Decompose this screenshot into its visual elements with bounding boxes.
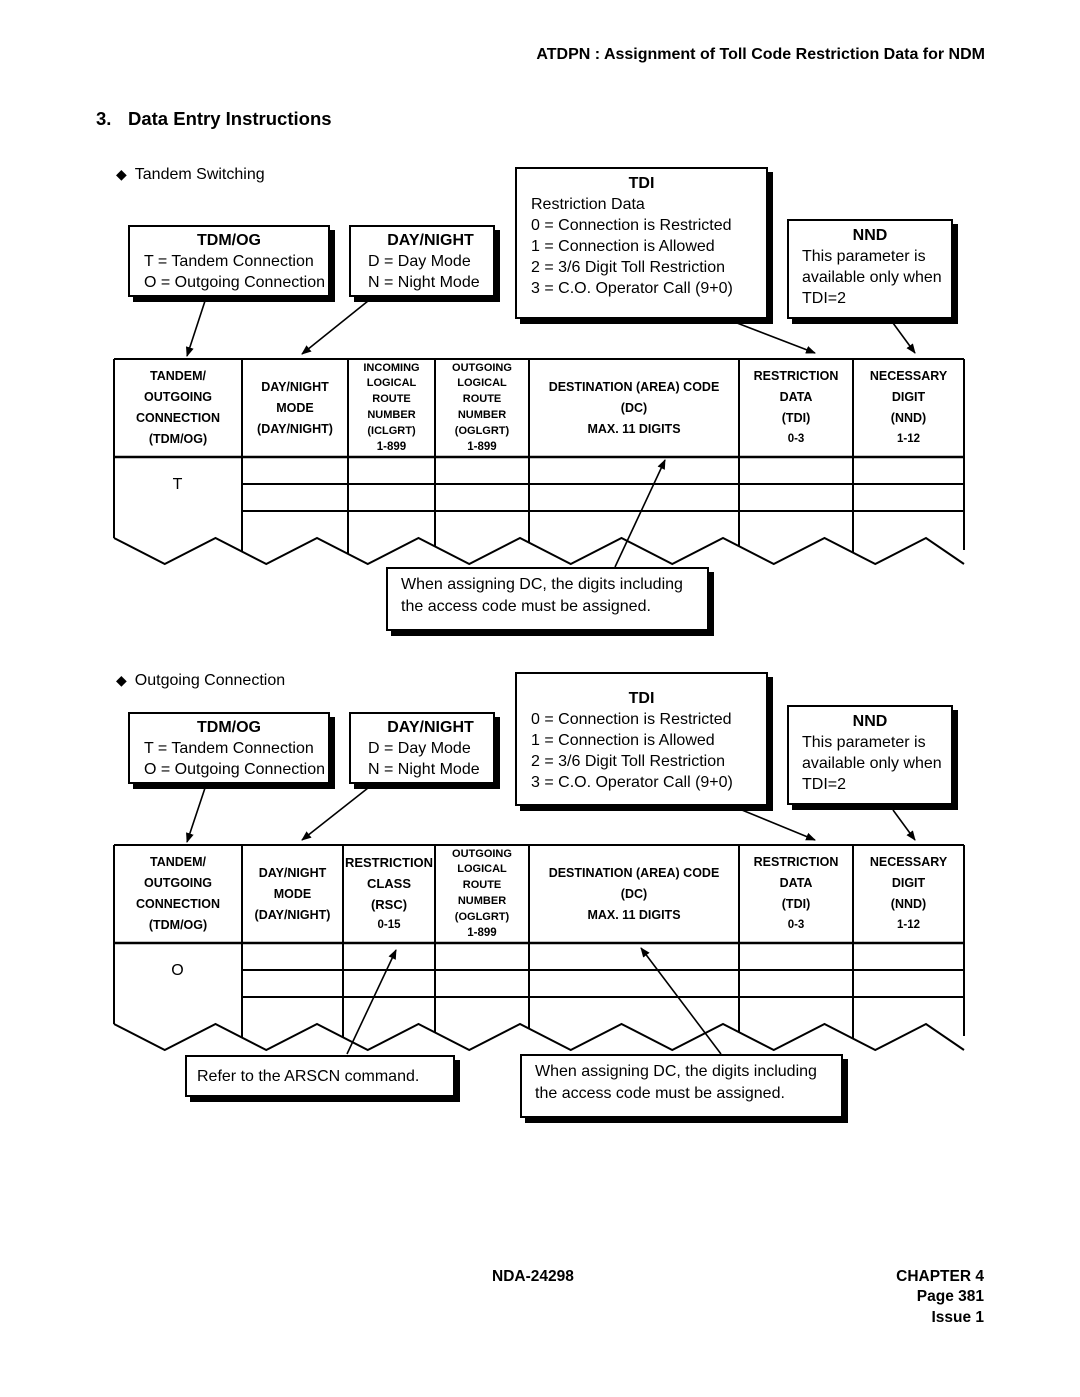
column-header: RESTRICTION DATA (TDI) 0-3	[739, 845, 853, 943]
column-header-line: (OGLGRT)	[454, 424, 510, 437]
column-header-line: INCOMING	[363, 361, 420, 374]
tdm-og-value-o: O	[171, 962, 184, 979]
nnd-arrow	[892, 809, 916, 841]
column-header-line: RESTRICTION	[753, 369, 839, 383]
column-header: NECESSARY DIGIT (NND) 1-12	[853, 359, 964, 457]
column-header-line: NUMBER	[457, 409, 507, 421]
tdi-arrow	[736, 807, 816, 841]
column-header-line: 0-3	[787, 433, 805, 445]
column-header-line: MAX. 11 DIGITS	[587, 421, 681, 436]
column-header-line: OUTGOING	[143, 390, 213, 404]
tdi-arrow	[736, 322, 816, 354]
column-header-line: (DC)	[620, 886, 648, 901]
column-header: OUTGOING LOGICAL ROUTE NUMBER (OGLGRT) 1-899	[435, 359, 529, 457]
column-header-line: CONNECTION	[135, 897, 221, 911]
note-line: When assigning DC, the digits including	[401, 576, 683, 593]
column-header: RESTRICTION DATA (TDI) 0-3	[739, 359, 853, 457]
column-header-line: TANDEM/	[149, 855, 206, 869]
column-header-line: NUMBER	[457, 895, 507, 907]
column-header: DESTINATION (AREA) CODE (DC) MAX. 11 DIGIT…	[529, 359, 739, 457]
column-header-line: (TDI)	[781, 411, 811, 425]
column-header: OUTGOING LOGICAL ROUTE NUMBER (OGLGRT) 1-899	[435, 845, 529, 943]
column-header-line: (TDM/OG)	[148, 918, 208, 932]
column-header-line: CLASS	[366, 876, 412, 891]
tdm-og-value-t: T	[172, 476, 183, 493]
note-line: the access code must be assigned.	[401, 598, 651, 615]
column-header-line: ROUTE	[462, 879, 502, 892]
column-header-line: DAY/NIGHT	[258, 865, 327, 880]
dc-note-callout: When assigning DC, the digits including …	[386, 567, 709, 631]
column-header-line: DATA	[779, 876, 813, 890]
tdmog-arrow	[185, 300, 206, 357]
column-header: TANDEM/OUTGOING CONNECTION (TDM/OG)	[114, 359, 242, 457]
column-header-line: NECESSARY	[869, 369, 948, 383]
column-header-line: NUMBER	[367, 409, 416, 421]
column-header-line: DAY/NIGHT	[261, 379, 329, 394]
column-header: NECESSARY DIGIT (NND) 1-12	[853, 845, 964, 943]
column-header-line: DESTINATION (AREA) CODE	[548, 865, 720, 880]
column-header-line: (ICLGRT)	[367, 424, 416, 437]
column-header-line: 1-899	[376, 440, 407, 453]
column-header: INCOMING LOGICAL ROUTE NUMBER (ICLGRT) 1-899	[348, 359, 435, 457]
column-header: DAY/NIGHT MODE (DAY/NIGHT)	[242, 359, 348, 457]
tdmog-arrow	[186, 787, 206, 843]
note-line: the access code must be assigned.	[535, 1085, 785, 1102]
column-header-line: ROUTE	[372, 393, 411, 406]
column-header-line: LOGICAL	[366, 377, 417, 390]
column-header-line: RESTRICTION	[344, 855, 434, 870]
column-header: DAY/NIGHT MODE (DAY/NIGHT)	[242, 845, 343, 943]
column-header-line: MODE	[273, 886, 312, 901]
column-header-line: LOGICAL	[457, 377, 507, 390]
rsc-note-callout: Refer to the ARSCN command.	[185, 1055, 455, 1097]
doc-number: NDA-24298	[492, 1268, 574, 1285]
column-header-line: DATA	[779, 390, 813, 404]
column-header-line: DESTINATION (AREA) CODE	[548, 379, 720, 394]
column-header-line: (TDM/OG)	[148, 432, 208, 446]
chapter-label: CHAPTER 4	[896, 1268, 984, 1285]
column-header-line: OUTGOING	[452, 361, 512, 374]
column-header: RESTRICTION CLASS (RSC) 0-15	[343, 845, 435, 943]
column-header-line: (TDI)	[781, 897, 811, 911]
column-header: DESTINATION (AREA) CODE (DC) MAX. 11 DIGIT…	[529, 845, 739, 943]
column-header-line: (DC)	[620, 400, 648, 415]
column-header: TANDEM/OUTGOING CONNECTION (TDM/OG)	[114, 845, 242, 943]
dc-note-arrow	[640, 947, 722, 1055]
column-header-line: ROUTE	[462, 393, 502, 406]
column-header-line: (NND)	[890, 897, 927, 911]
daynight-arrow	[301, 300, 369, 355]
column-header-line: LOGICAL	[457, 863, 507, 876]
column-header-line: CONNECTION	[135, 411, 221, 425]
column-header-line: 1-12	[896, 919, 921, 931]
issue-label: Issue 1	[931, 1309, 984, 1326]
note-line: Refer to the ARSCN command.	[197, 1068, 420, 1085]
column-header-line: (NND)	[890, 411, 927, 425]
page-label: Page 381	[916, 1288, 984, 1305]
column-header-line: MODE	[276, 400, 314, 415]
daynight-arrow	[301, 787, 369, 841]
dc-note-callout: When assigning DC, the digits including …	[520, 1054, 843, 1118]
table-grid-and-arrows	[113, 300, 965, 1055]
column-header-line: 0-15	[377, 919, 401, 931]
column-header-line: (RSC)	[370, 897, 408, 912]
column-header-line: (DAY/NIGHT)	[257, 421, 333, 436]
nnd-arrow	[892, 322, 916, 354]
column-header-line: 1-12	[896, 433, 921, 445]
note-line: When assigning DC, the digits including	[535, 1063, 817, 1080]
column-header-line: NECESSARY	[869, 855, 948, 869]
column-header-line: 1-899	[467, 926, 497, 939]
column-header-line: (OGLGRT)	[454, 910, 510, 923]
column-header-line: DIGIT	[891, 390, 926, 404]
column-header-line: TANDEM/	[149, 369, 206, 383]
column-header-line: MAX. 11 DIGITS	[587, 907, 681, 922]
column-header-line: 0-3	[787, 919, 805, 931]
column-header-line: DIGIT	[891, 876, 926, 890]
column-header-line: OUTGOING	[452, 847, 512, 860]
column-header-line: RESTRICTION	[753, 855, 839, 869]
column-header-line: (DAY/NIGHT)	[254, 907, 331, 922]
dc-note-arrow	[614, 459, 666, 568]
column-header-line: OUTGOING	[143, 876, 213, 890]
column-header-line: 1-899	[467, 440, 497, 453]
